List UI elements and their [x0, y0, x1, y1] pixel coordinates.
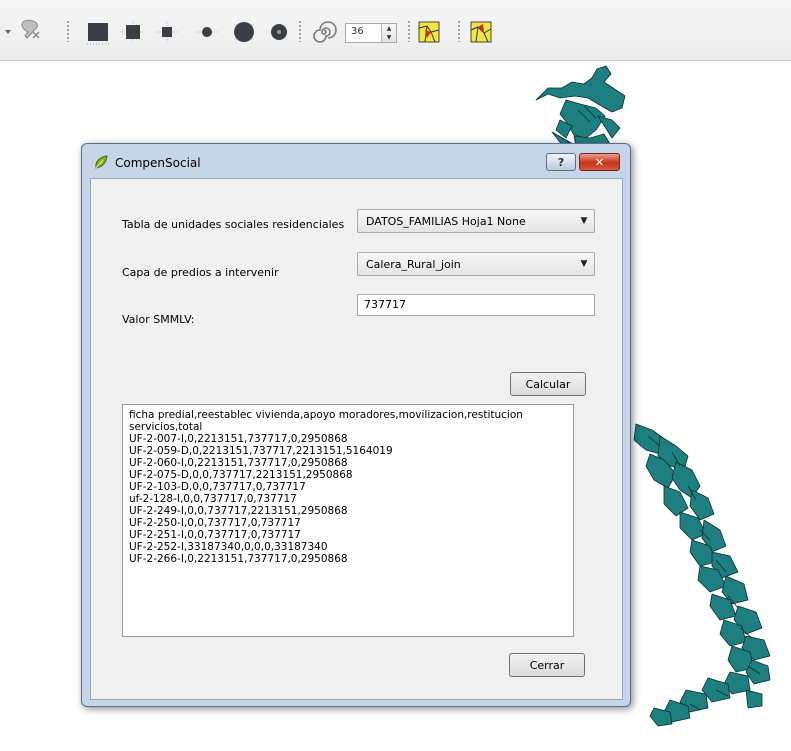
output-line: UF-2-250-I,0,0,737717,0,737717 — [129, 517, 301, 529]
cerrar-button[interactable]: Cerrar — [509, 653, 585, 677]
square-symbol-small-icon[interactable] — [154, 20, 180, 44]
toolbar-separator — [66, 20, 70, 42]
qgis-leaf-icon — [94, 155, 108, 169]
polygon-tool-icon[interactable] — [416, 20, 442, 44]
smmlv-label: Valor SMMLV: — [122, 313, 195, 326]
compensocial-dialog: CompenSocial ? ✕ Tabla de unidades socia… — [81, 143, 631, 707]
capa-combobox[interactable]: Calera_Rural_join ▼ — [357, 252, 595, 276]
chevron-down-icon: ▼ — [580, 216, 588, 226]
results-textarea[interactable]: ficha predial,reestablec vivienda,apoyo … — [122, 404, 574, 637]
tabla-combobox-value: DATOS_FAMILIAS Hoja1 None — [366, 215, 526, 228]
output-line: UF-2-059-D,0,2213151,737717,2213151,5164… — [129, 445, 393, 457]
spinbox-buttons[interactable]: ▲ ▼ — [381, 24, 396, 42]
output-line: UF-2-103-D,0,0,737717,0,737717 — [129, 481, 306, 493]
node-tool-icon[interactable] — [16, 18, 46, 42]
capa-label: Capa de predios a intervenir — [122, 266, 279, 279]
dropdown-arrow-icon[interactable] — [2, 20, 14, 44]
output-line: ficha predial,reestablec vivienda,apoyo … — [129, 409, 523, 421]
toolbar: 36 ▲ ▼ — [0, 0, 791, 61]
chevron-down-icon: ▼ — [580, 259, 588, 269]
square-symbol-medium-icon[interactable] — [120, 20, 146, 44]
tabla-combobox[interactable]: DATOS_FAMILIAS Hoja1 None ▼ — [357, 209, 595, 233]
tabla-label: Tabla de unidades sociales residenciales — [122, 218, 345, 231]
toolbar-separator — [407, 20, 411, 42]
dialog-title: CompenSocial — [115, 156, 201, 170]
output-line: servicios,total — [129, 421, 203, 433]
smmlv-input[interactable]: 737717 — [357, 294, 595, 316]
close-window-button[interactable]: ✕ — [579, 153, 620, 171]
capa-combobox-value: Calera_Rural_join — [366, 258, 461, 271]
spin-up-icon[interactable]: ▲ — [382, 24, 396, 33]
symbol-size-spinbox[interactable]: 36 ▲ ▼ — [345, 23, 397, 43]
output-line: UF-2-060-I,0,2213151,737717,0,2950868 — [129, 457, 348, 469]
dialog-body: Tabla de unidades sociales residenciales… — [90, 178, 623, 700]
toolbar-separator — [457, 20, 461, 42]
help-icon: ? — [557, 155, 565, 169]
dialog-titlebar[interactable]: CompenSocial ? ✕ — [82, 144, 630, 178]
spinbox-value: 36 — [351, 26, 364, 37]
calcular-button[interactable]: Calcular — [510, 372, 586, 396]
output-line: UF-2-266-I,0,2213151,737717,0,2950868 — [129, 553, 348, 565]
circle-symbol-large-icon[interactable] — [230, 20, 258, 44]
output-line: UF-2-251-I,0,0,737717,0,737717 — [129, 529, 301, 541]
close-icon: ✕ — [594, 155, 605, 169]
output-line: UF-2-007-I,0,2213151,737717,0,2950868 — [129, 433, 348, 445]
output-line: UF-2-252-I,33187340,0,0,0,33187340 — [129, 541, 328, 553]
circle-symbol-medium-icon[interactable] — [266, 20, 292, 44]
output-line: uf-2-128-I,0,0,737717,0,737717 — [129, 493, 297, 505]
spin-down-icon[interactable]: ▼ — [382, 33, 396, 42]
circle-symbol-small-icon[interactable] — [194, 20, 220, 44]
spiral-icon[interactable] — [310, 20, 338, 44]
output-line: UF-2-249-I,0,0,737717,2213151,2950868 — [129, 505, 348, 517]
square-symbol-large-icon[interactable] — [84, 20, 112, 45]
help-button[interactable]: ? — [546, 153, 576, 171]
toolbar-separator — [298, 20, 302, 42]
polygon-tool-icon-2[interactable] — [468, 20, 494, 44]
output-line: UF-2-075-D,0,0,737717,2213151,2950868 — [129, 469, 353, 481]
